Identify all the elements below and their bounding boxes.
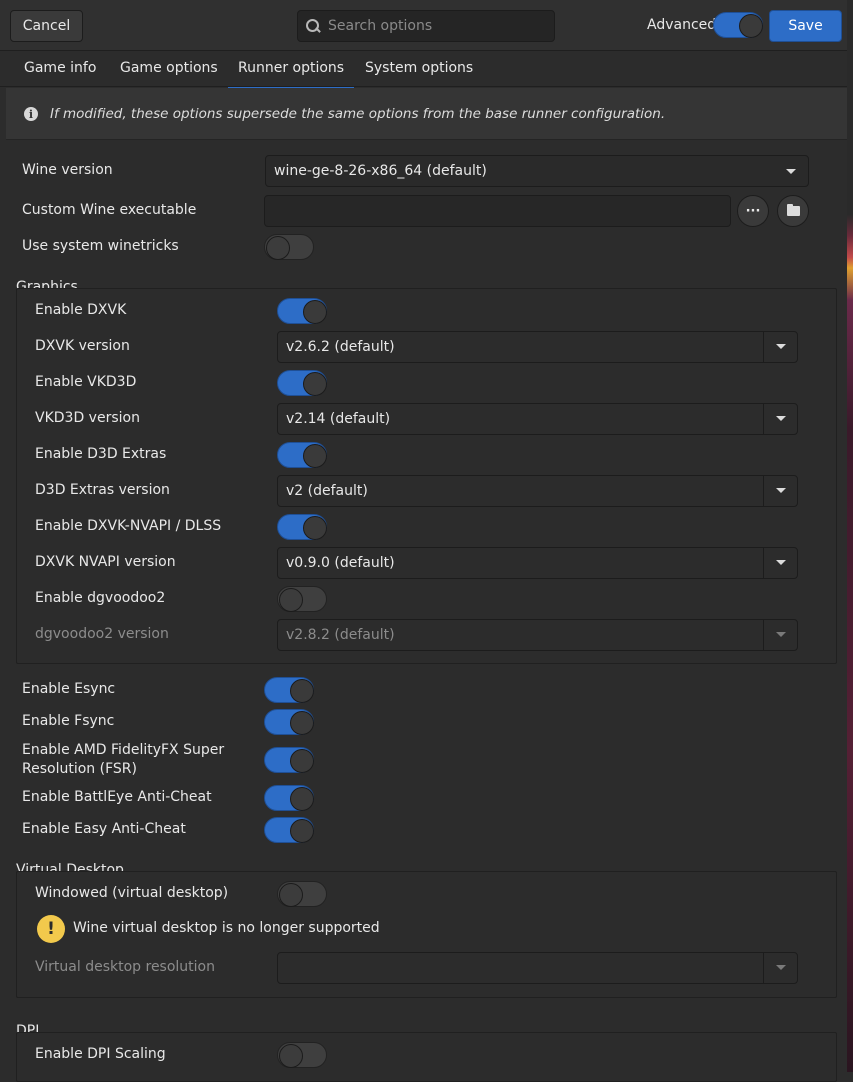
fsync-toggle[interactable] xyxy=(264,709,314,735)
dxvk-nvapi-version-label: DXVK NVAPI version xyxy=(35,554,176,570)
info-icon: i xyxy=(24,107,38,121)
warning-icon: ! xyxy=(37,915,65,943)
wine-version-dropdown[interactable]: wine-ge-8-26-x86_64 (default) xyxy=(265,155,809,187)
advanced-toggle[interactable] xyxy=(713,12,763,38)
dxvk-label: Enable DXVK xyxy=(35,302,127,318)
dxvk-version-dropdown[interactable]: v2.6.2 (default) xyxy=(277,331,798,363)
eac-label: Enable Easy Anti-Cheat xyxy=(22,821,186,837)
chevron-down-icon xyxy=(776,965,786,970)
dropdown-button[interactable] xyxy=(763,332,797,362)
d3d-extras-version-value: v2 (default) xyxy=(286,483,368,499)
search-icon xyxy=(306,19,320,33)
tab-runner-options[interactable]: Runner options xyxy=(227,60,355,90)
wine-version-label: Wine version xyxy=(22,162,113,178)
battleye-label: Enable BattlEye Anti-Cheat xyxy=(22,789,212,805)
windowed-label: Windowed (virtual desktop) xyxy=(35,885,229,901)
chevron-down-icon xyxy=(776,344,786,349)
fsr-toggle[interactable] xyxy=(264,747,314,773)
dgvoodoo2-version-value: v2.8.2 (default) xyxy=(286,627,395,643)
esync-toggle[interactable] xyxy=(264,677,314,703)
desktop-background-edge xyxy=(847,0,853,1072)
dropdown-button[interactable] xyxy=(763,548,797,578)
search-input[interactable]: Search options xyxy=(297,10,555,42)
cancel-button[interactable]: Cancel xyxy=(10,10,83,42)
dxvk-version-value: v2.6.2 (default) xyxy=(286,339,395,355)
info-banner: i If modified, these options supersede t… xyxy=(6,88,847,140)
dpi-scaling-toggle[interactable] xyxy=(277,1042,327,1068)
winetricks-toggle[interactable] xyxy=(264,234,314,260)
chevron-down-icon xyxy=(776,560,786,565)
virtual-desktop-resolution-label: Virtual desktop resolution xyxy=(35,959,215,975)
dpi-scaling-label: Enable DPI Scaling xyxy=(35,1046,166,1062)
header-bar: Cancel Search options Advanced Save xyxy=(0,0,847,51)
chevron-down-icon xyxy=(786,169,796,174)
esync-label: Enable Esync xyxy=(22,681,116,697)
d3d-extras-label: Enable D3D Extras xyxy=(35,446,167,462)
dropdown-button[interactable] xyxy=(763,404,797,434)
vkd3d-version-label: VKD3D version xyxy=(35,410,140,426)
fsr-label-line1: Enable AMD FidelityFX Super xyxy=(22,742,225,758)
dgvoodoo2-version-label: dgvoodoo2 version xyxy=(35,626,169,642)
fsr-label-line2: Resolution (FSR) xyxy=(22,761,137,777)
dropdown-button[interactable] xyxy=(763,476,797,506)
vkd3d-label: Enable VKD3D xyxy=(35,374,137,390)
chevron-down-icon xyxy=(776,416,786,421)
fsync-label: Enable Fsync xyxy=(22,713,115,729)
vkd3d-version-value: v2.14 (default) xyxy=(286,411,391,427)
eac-toggle[interactable] xyxy=(264,817,314,843)
tab-system-options[interactable]: System options xyxy=(365,60,473,76)
windowed-toggle[interactable] xyxy=(277,881,327,907)
winetricks-label: Use system winetricks xyxy=(22,238,179,254)
save-button[interactable]: Save xyxy=(769,10,842,42)
dgvoodoo2-label: Enable dgvoodoo2 xyxy=(35,590,166,606)
battleye-toggle[interactable] xyxy=(264,785,314,811)
dxvk-toggle[interactable] xyxy=(277,298,327,324)
custom-wine-exe-input[interactable] xyxy=(264,195,731,227)
dropdown-button xyxy=(763,953,797,983)
dropdown-button xyxy=(763,620,797,650)
dxvk-nvapi-toggle[interactable] xyxy=(277,514,327,540)
virtual-desktop-warning: Wine virtual desktop is no longer suppor… xyxy=(73,920,380,936)
d3d-extras-version-label: D3D Extras version xyxy=(35,482,170,498)
d3d-extras-version-dropdown[interactable]: v2 (default) xyxy=(277,475,798,507)
tab-game-info[interactable]: Game info xyxy=(24,60,96,76)
tab-game-options[interactable]: Game options xyxy=(120,60,218,76)
dgvoodoo2-toggle[interactable] xyxy=(277,586,327,612)
dgvoodoo2-version-dropdown: v2.8.2 (default) xyxy=(277,619,798,651)
chevron-down-icon xyxy=(776,632,786,637)
d3d-extras-toggle[interactable] xyxy=(277,442,327,468)
vkd3d-toggle[interactable] xyxy=(277,370,327,396)
dxvk-nvapi-version-value: v0.9.0 (default) xyxy=(286,555,395,571)
dxvk-nvapi-label: Enable DXVK-NVAPI / DLSS xyxy=(35,518,222,534)
tab-bar: Game info Game options Runner options Sy… xyxy=(0,51,847,90)
virtual-desktop-resolution-dropdown xyxy=(277,952,798,984)
info-banner-text: If modified, these options supersede the… xyxy=(50,106,666,122)
folder-icon xyxy=(786,204,800,216)
chevron-down-icon xyxy=(776,488,786,493)
browse-folder-button[interactable] xyxy=(777,195,809,227)
more-options-button[interactable]: ··· xyxy=(737,195,769,227)
advanced-label: Advanced xyxy=(647,17,717,33)
search-placeholder: Search options xyxy=(328,18,433,34)
wine-version-value: wine-ge-8-26-x86_64 (default) xyxy=(274,163,487,179)
dxvk-nvapi-version-dropdown[interactable]: v0.9.0 (default) xyxy=(277,547,798,579)
dxvk-version-label: DXVK version xyxy=(35,338,130,354)
custom-wine-exe-label: Custom Wine executable xyxy=(22,202,197,218)
vkd3d-version-dropdown[interactable]: v2.14 (default) xyxy=(277,403,798,435)
